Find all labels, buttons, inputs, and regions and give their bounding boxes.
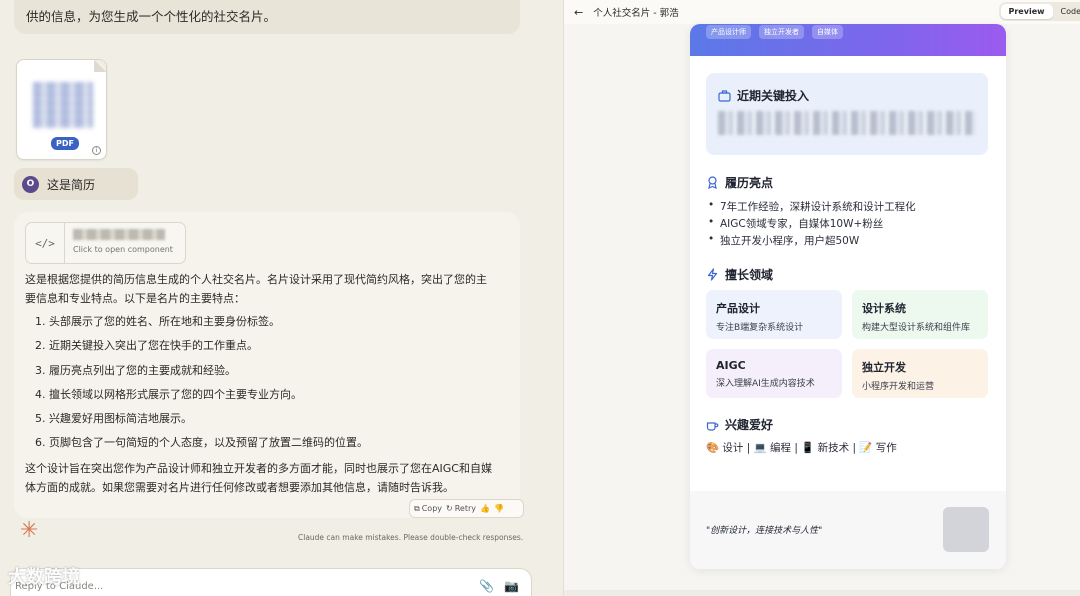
investment-content-blurred — [718, 111, 976, 135]
highlights-title: 履历亮点 — [725, 176, 774, 190]
list-item: 5. 兴趣爱好用图标简洁地展示。 — [35, 412, 192, 426]
avatar: O — [22, 175, 39, 193]
award-icon — [706, 176, 719, 189]
tag: 产品设计师 — [706, 25, 751, 39]
message-actions: ⧉ Copy ↻ Retry 👍 👎 — [409, 499, 524, 518]
social-card: 产品设计师 独立开发者 自媒体 近期关键投入 履历亮点 • 7年工作经验，深耕设… — [690, 24, 1006, 569]
open-component-card[interactable]: </> Click to open component — [25, 222, 186, 264]
view-toggle: Preview Code — [998, 2, 1080, 21]
list-item: 7年工作经验，深耕设计系统和设计工程化 — [706, 199, 916, 216]
thumbs-down-icon[interactable]: 👎 — [494, 504, 504, 513]
claude-logo-icon: ✳ — [20, 518, 39, 543]
hobby-section: 兴趣爱好 — [706, 416, 773, 433]
qr-code-placeholder — [943, 507, 989, 552]
assistant-points: 1. 头部展示了您的姓名、所在地和主要身份标签。 2. 近期关键投入突出了您在快… — [35, 313, 368, 459]
artifact-panel: ← 个人社交名片 - 郭浩 ⟳ Preview Code 产品设计师 独立开发者… — [563, 0, 1080, 596]
tab-preview[interactable]: Preview — [1000, 4, 1053, 19]
watermark: 大数跨境 — [8, 567, 80, 588]
chat-panel: 供的信息，为您生成一个个性化的社交名片。 PDF i O 这是简历 </> Cl… — [0, 0, 563, 596]
reply-input[interactable]: Reply to Claude... 📎 📷 — [10, 568, 532, 596]
list-item: 2. 近期关键投入突出了您在快手的工作重点。 — [35, 339, 258, 353]
assistant-outro: 这个设计旨在突出您作为产品设计师和独立开发者的多方面才能，同时也展示了您在AIG… — [25, 462, 492, 494]
attach-icon[interactable]: 📎 — [479, 579, 494, 593]
user-message-text: 这是简历 — [47, 177, 96, 192]
tag: 自媒体 — [812, 25, 843, 39]
field-card: 独立开发 小程序开发和运营 — [852, 349, 988, 398]
component-name-blurred — [73, 229, 165, 240]
list-item: 3. 履历亮点列出了您的主要成就和经验。 — [35, 363, 236, 377]
pdf-badge: PDF — [51, 137, 79, 150]
code-icon: </> — [26, 223, 65, 263]
field-card: AIGC 深入理解AI生成内容技术 — [706, 349, 842, 398]
briefcase-icon — [718, 89, 731, 102]
hobby-title: 兴趣爱好 — [725, 418, 774, 432]
previous-message-text: 供的信息，为您生成一个个性化的社交名片。 — [26, 9, 277, 24]
investment-title: 近期关键投入 — [737, 89, 810, 103]
user-message: O 这是简历 — [14, 168, 138, 200]
lightning-icon — [706, 268, 719, 281]
field-card: 设计系统 构建大型设计系统和组件库 — [852, 290, 988, 339]
back-arrow-icon[interactable]: ← — [574, 6, 583, 19]
pdf-attachment[interactable]: PDF i — [16, 59, 107, 160]
artifact-header: ← 个人社交名片 - 郭浩 ⟳ Preview Code — [564, 0, 1080, 24]
thumbs-up-icon[interactable]: 👍 — [480, 504, 490, 513]
artifact-footer-bar — [564, 590, 1080, 596]
identity-tags: 产品设计师 独立开发者 自媒体 — [706, 25, 843, 39]
disclaimer: Claude can make mistakes. Please double-… — [298, 533, 524, 542]
copy-icon: ⧉ — [414, 503, 420, 513]
list-item: 6. 页脚包含了一句简短的个人态度，以及预留了放置二维码的位置。 — [35, 436, 368, 450]
camera-icon[interactable]: 📷 — [504, 579, 519, 593]
card-header: 产品设计师 独立开发者 自媒体 — [690, 24, 1006, 56]
list-item: 1. 头部展示了您的姓名、所在地和主要身份标签。 — [35, 315, 280, 328]
pdf-thumbnail — [33, 82, 93, 128]
retry-icon: ↻ — [446, 504, 453, 513]
coffee-icon — [706, 418, 719, 431]
previous-message: 供的信息，为您生成一个个性化的社交名片。 — [14, 0, 520, 34]
artifact-title: 个人社交名片 - 郭浩 — [593, 8, 679, 19]
component-hint: Click to open component — [73, 245, 173, 254]
list-item: AIGC领域专家，自媒体10W+粉丝 — [706, 216, 916, 233]
list-item: 独立开发小程序，用户超50W — [706, 233, 916, 250]
info-icon[interactable]: i — [92, 146, 101, 155]
tag: 独立开发者 — [759, 25, 804, 39]
fields-grid: 产品设计 专注B端复杂系统设计 设计系统 构建大型设计系统和组件库 AIGC 深… — [706, 290, 988, 398]
personal-quote: "创新设计，连接技术与人性" — [706, 526, 823, 536]
hobby-list: 🎨 设计 | 💻 编程 | 📱 新技术 | 📝 写作 — [706, 442, 897, 454]
retry-button[interactable]: ↻ Retry — [446, 504, 476, 513]
fields-section: 擅长领域 — [706, 266, 773, 283]
copy-button[interactable]: ⧉ Copy — [414, 504, 442, 514]
card-footer: "创新设计，连接技术与人性" — [690, 491, 1006, 569]
tab-code[interactable]: Code — [1053, 4, 1080, 19]
fields-title: 擅长领域 — [725, 268, 774, 282]
list-item: 4. 擅长领域以网格形式展示了您的四个主要专业方向。 — [35, 387, 302, 401]
investment-section: 近期关键投入 — [706, 73, 988, 155]
assistant-intro: 这是根据您提供的简历信息生成的个人社交名片。名片设计采用了现代简约风格，突出了您… — [25, 273, 487, 305]
field-card: 产品设计 专注B端复杂系统设计 — [706, 290, 842, 339]
highlights-section: 履历亮点 7年工作经验，深耕设计系统和设计工程化 AIGC领域专家，自媒体10W… — [706, 174, 916, 250]
artifact-canvas: 产品设计师 独立开发者 自媒体 近期关键投入 履历亮点 • 7年工作经验，深耕设… — [564, 24, 1080, 596]
